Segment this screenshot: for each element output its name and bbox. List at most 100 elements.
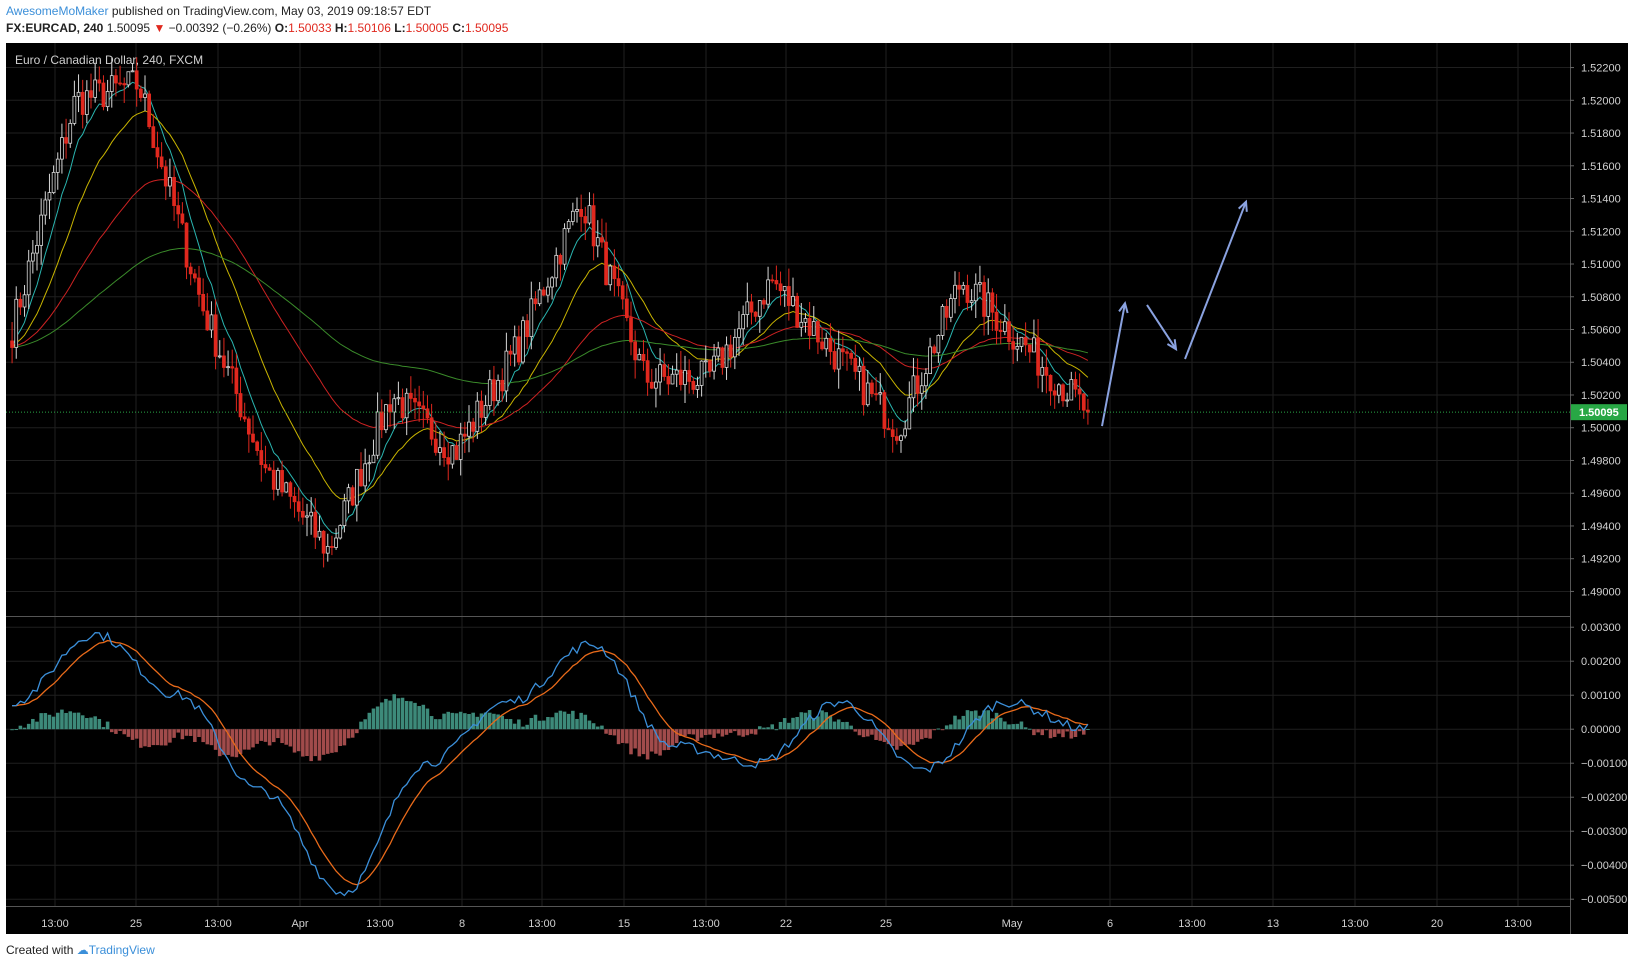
histogram-bar xyxy=(64,712,68,730)
candle-body xyxy=(882,392,887,429)
y-tick-label: 1.50200 xyxy=(1581,390,1621,402)
candle-body xyxy=(853,357,858,372)
candle-body xyxy=(1027,344,1032,353)
histogram-bar xyxy=(139,729,143,748)
candle-body xyxy=(865,382,870,406)
histogram-bar xyxy=(720,729,725,737)
candle-body xyxy=(948,298,953,318)
candle-body xyxy=(97,79,102,84)
histogram-bar xyxy=(126,729,131,737)
candle-body xyxy=(915,375,920,394)
histogram-bar xyxy=(355,729,359,734)
histogram-bar xyxy=(251,729,255,748)
candle-body xyxy=(928,346,932,375)
histogram-bar xyxy=(874,729,878,740)
histogram-bar xyxy=(267,729,272,746)
candle-body xyxy=(68,123,73,144)
candle-body xyxy=(516,336,521,363)
histogram-bar xyxy=(404,700,409,730)
candle-body xyxy=(114,75,118,84)
histogram-bar xyxy=(417,706,421,730)
histogram-bar xyxy=(832,721,837,730)
candle-body xyxy=(1073,379,1078,390)
candle-body xyxy=(176,205,181,215)
histogram-bar xyxy=(379,702,384,730)
histogram-bar xyxy=(134,729,139,739)
candle-body xyxy=(43,199,48,216)
candle-body xyxy=(64,137,68,144)
tradingview-brand-link[interactable]: TradingView xyxy=(89,943,155,957)
candle-body xyxy=(712,355,716,372)
histogram-bar xyxy=(276,729,280,739)
histogram-bar xyxy=(1003,721,1007,730)
histogram-bar xyxy=(89,717,93,730)
candle-body xyxy=(109,75,114,92)
candle-body xyxy=(246,418,251,435)
histogram-bar xyxy=(114,729,118,734)
histogram-bar xyxy=(1086,728,1090,730)
macd-tick-label: 0.00300 xyxy=(1581,622,1621,634)
histogram-bar xyxy=(1019,721,1024,730)
candle-body xyxy=(803,318,808,323)
candle-body xyxy=(35,244,39,254)
macd-tick-label: −0.00500 xyxy=(1581,894,1627,906)
histogram-bar xyxy=(1011,724,1015,730)
y-tick-label: 1.49800 xyxy=(1581,455,1621,467)
histogram-bar xyxy=(504,718,509,730)
candle-body xyxy=(330,546,334,548)
histogram-bar xyxy=(400,697,405,730)
candle-body xyxy=(238,393,243,418)
histogram-bar xyxy=(795,716,799,730)
candle-body xyxy=(1044,367,1049,376)
histogram-bar xyxy=(791,717,795,730)
histogram-bar xyxy=(271,729,276,743)
candle-body xyxy=(990,292,995,313)
candle-body xyxy=(438,447,442,453)
candle-body xyxy=(683,370,687,385)
histogram-bar xyxy=(944,725,949,730)
histogram-bar xyxy=(550,717,554,730)
histogram-bar xyxy=(85,718,89,730)
candle-body xyxy=(811,321,816,336)
histogram-bar xyxy=(849,725,853,730)
candle-body xyxy=(924,373,928,387)
x-tick-label: 13:00 xyxy=(41,918,69,930)
candle-body xyxy=(10,340,14,348)
histogram-bar xyxy=(147,729,151,748)
y-tick-label: 1.50800 xyxy=(1581,292,1621,304)
histogram-bar xyxy=(346,729,351,739)
histogram-bar xyxy=(745,729,750,736)
histogram-bar xyxy=(325,729,330,754)
candle-body xyxy=(143,93,147,98)
candle-body xyxy=(321,530,326,554)
histogram-bar xyxy=(72,712,77,730)
candle-body xyxy=(703,360,708,363)
histogram-bar xyxy=(371,708,376,730)
histogram-bar xyxy=(911,729,916,745)
candle-body xyxy=(276,470,280,490)
candle-body xyxy=(1036,337,1040,376)
histogram-bar xyxy=(1052,729,1057,737)
candle-body xyxy=(741,314,746,330)
histogram-bar xyxy=(969,711,974,730)
histogram-bar xyxy=(26,723,31,730)
chart-canvas[interactable]: 13:00 25 13:00 Apr 13:00 8 13:00 15 13:00 22 25 May… xyxy=(0,0,1635,968)
candle-body xyxy=(658,364,662,383)
histogram-bar xyxy=(238,729,243,754)
candle-body xyxy=(334,537,338,548)
histogram-bar xyxy=(247,729,251,750)
x-tick-label: 13 xyxy=(1267,918,1279,930)
candle-body xyxy=(1040,367,1045,376)
candle-body xyxy=(313,511,318,538)
candle-body xyxy=(641,354,646,362)
candle-body xyxy=(122,83,127,86)
histogram-bar xyxy=(342,729,347,746)
candle-body xyxy=(172,177,176,206)
candle-body xyxy=(363,463,368,487)
histogram-bar xyxy=(861,729,866,738)
histogram-bar xyxy=(259,729,264,741)
histogram-bar xyxy=(778,721,783,730)
candle-body xyxy=(384,404,388,431)
candle-body xyxy=(76,91,81,97)
candle-body xyxy=(737,328,741,338)
